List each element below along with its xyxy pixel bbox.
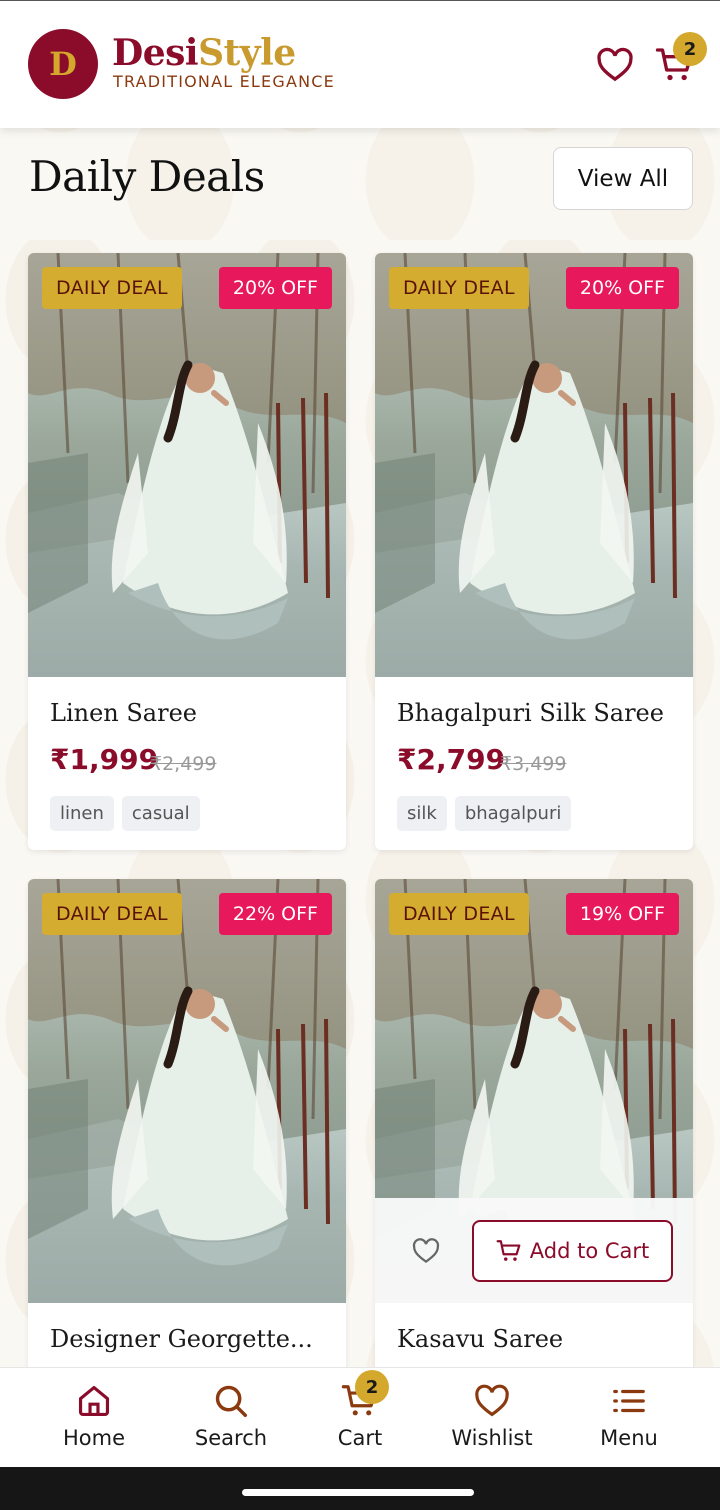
discount-badge: 20% OFF: [565, 267, 679, 309]
view-all-button[interactable]: View All: [553, 147, 693, 210]
bottom-navigation: Home Search Cart 2 Wishlist Menu: [0, 1367, 720, 1467]
product-price: ₹1,999: [50, 743, 159, 776]
daily-deal-badge: DAILY DEAL: [389, 893, 529, 935]
home-icon: [78, 1385, 110, 1417]
menu-icon: [613, 1389, 645, 1413]
brand-name[interactable]: DesiStyle: [112, 31, 296, 75]
brand-part1: Desi: [112, 32, 199, 74]
nav-label-menu: Menu: [600, 1426, 658, 1450]
wishlist-heart-icon[interactable]: [595, 45, 635, 85]
cart-icon: [496, 1240, 521, 1261]
tag[interactable]: bhagalpuri: [454, 796, 572, 831]
search-icon: [215, 1385, 247, 1417]
product-image[interactable]: [28, 253, 346, 677]
nav-label-cart: Cart: [337, 1426, 383, 1450]
tag[interactable]: silk: [397, 796, 447, 831]
nav-item-wishlist[interactable]: Wishlist: [432, 1368, 552, 1468]
quick-actions-overlay: Add to Cart: [375, 1198, 693, 1303]
brand-part2: Style: [198, 32, 296, 74]
logo-letter: D: [49, 45, 77, 83]
add-to-cart-label: Add to Cart: [529, 1239, 650, 1263]
add-to-wishlist-heart-icon[interactable]: [411, 1236, 441, 1266]
home-gesture-handle[interactable]: [242, 1489, 474, 1496]
nav-label-search: Search: [194, 1426, 268, 1450]
product-card[interactable]: DAILY DEAL 20% OFF Linen Saree ₹1,999 ₹2…: [28, 253, 346, 850]
add-to-cart-button[interactable]: Add to Cart: [472, 1220, 673, 1282]
product-card[interactable]: DAILY DEAL 19% OFF Add to Cart Kasavu Sa…: [375, 879, 693, 1399]
daily-deal-badge: DAILY DEAL: [42, 893, 182, 935]
header-cart-count-badge: 2: [673, 32, 707, 66]
product-tags: linen casual: [50, 796, 200, 831]
discount-badge: 22% OFF: [218, 893, 332, 935]
nav-item-menu[interactable]: Menu: [569, 1368, 689, 1468]
nav-label-home: Home: [62, 1426, 125, 1450]
product-card[interactable]: DAILY DEAL 22% OFF Designer Georgette...: [28, 879, 346, 1399]
product-tags: silk bhagalpuri: [397, 796, 572, 831]
nav-item-search[interactable]: Search: [171, 1368, 291, 1468]
nav-item-home[interactable]: Home: [34, 1368, 154, 1468]
app-header: D DesiStyle TRADITIONAL ELEGANCE 2: [0, 0, 720, 128]
discount-badge: 20% OFF: [218, 267, 332, 309]
nav-label-wishlist: Wishlist: [451, 1426, 533, 1450]
tag[interactable]: casual: [121, 796, 200, 831]
logo[interactable]: D: [28, 29, 98, 99]
discount-badge: 19% OFF: [565, 893, 679, 935]
original-price: ₹2,499: [150, 753, 217, 775]
system-navigation-bar: [0, 1467, 720, 1510]
nav-cart-count-badge: 2: [355, 1370, 389, 1404]
product-name[interactable]: Linen Saree: [50, 699, 197, 727]
page-title: Daily Deals: [29, 152, 265, 201]
product-image[interactable]: [28, 879, 346, 1303]
product-name[interactable]: Kasavu Saree: [397, 1325, 563, 1353]
daily-deal-badge: DAILY DEAL: [42, 267, 182, 309]
daily-deal-badge: DAILY DEAL: [389, 267, 529, 309]
heart-icon: [475, 1384, 509, 1417]
product-name[interactable]: Bhagalpuri Silk Saree: [397, 699, 664, 727]
product-price: ₹2,799: [397, 743, 506, 776]
brand-tagline: TRADITIONAL ELEGANCE: [113, 72, 335, 91]
product-card[interactable]: DAILY DEAL 20% OFF Bhagalpuri Silk Saree…: [375, 253, 693, 850]
product-image[interactable]: [375, 253, 693, 677]
tag[interactable]: linen: [50, 796, 114, 831]
product-name[interactable]: Designer Georgette...: [50, 1325, 313, 1353]
original-price: ₹3,499: [500, 753, 567, 775]
